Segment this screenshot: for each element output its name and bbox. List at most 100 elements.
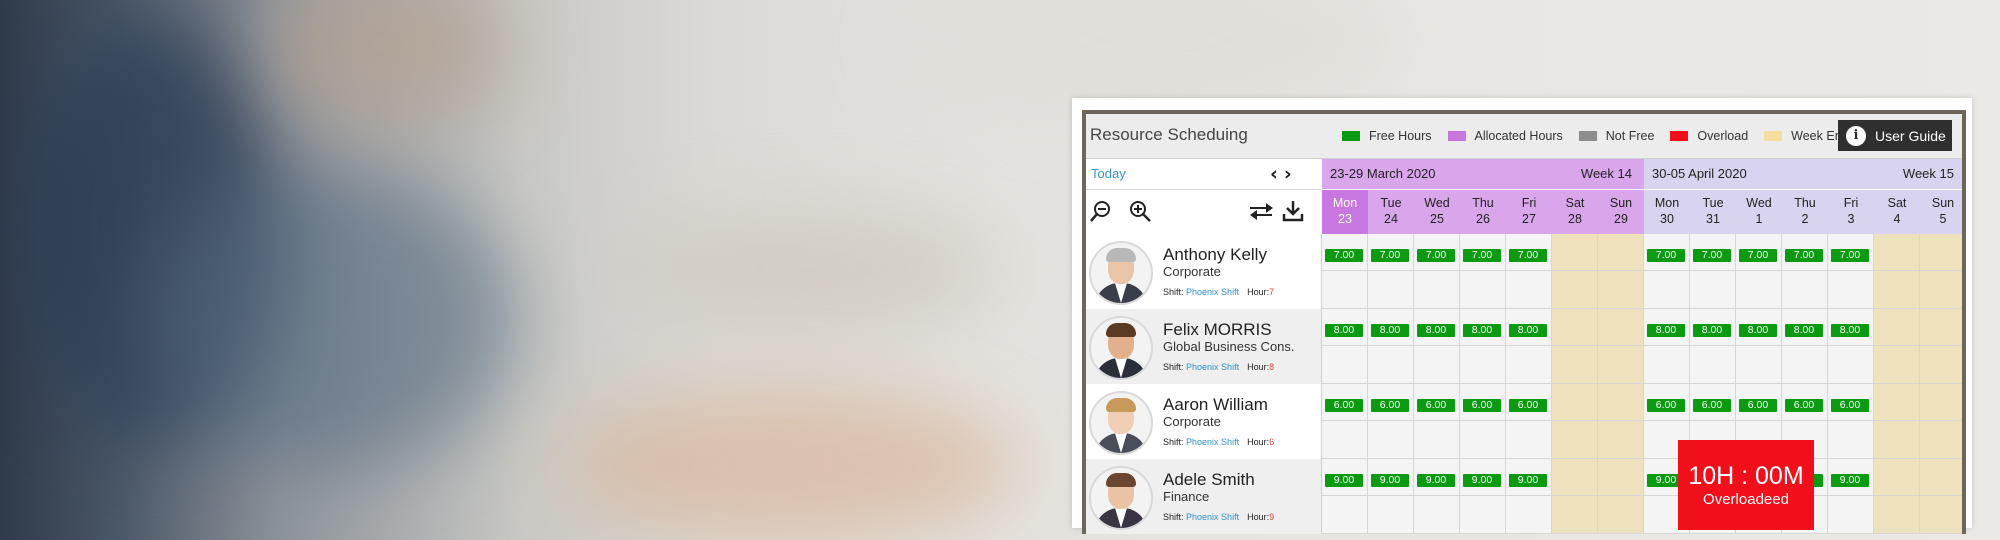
schedule-cell[interactable] [1552, 496, 1598, 534]
schedule-cell[interactable] [1552, 459, 1598, 496]
schedule-cell[interactable] [1874, 271, 1920, 309]
schedule-cell[interactable] [1874, 384, 1920, 421]
schedule-cell[interactable]: 6.00 [1690, 384, 1736, 421]
zoom-out-icon[interactable] [1090, 200, 1112, 227]
schedule-cell[interactable] [1322, 271, 1368, 309]
schedule-cell[interactable]: 6.00 [1460, 384, 1506, 421]
schedule-cell[interactable] [1828, 346, 1874, 384]
schedule-cell[interactable]: 8.00 [1782, 309, 1828, 346]
schedule-cell[interactable] [1874, 421, 1920, 459]
schedule-cell[interactable]: 8.00 [1414, 309, 1460, 346]
resource-row[interactable]: Aaron William Corporate Shift: Phoenix Shi… [1086, 384, 1322, 460]
schedule-cell[interactable] [1414, 421, 1460, 459]
schedule-cell[interactable] [1598, 421, 1644, 459]
schedule-cell[interactable]: 8.00 [1644, 309, 1690, 346]
schedule-cell[interactable]: 6.00 [1736, 384, 1782, 421]
zoom-in-icon[interactable] [1129, 200, 1151, 227]
schedule-cell[interactable] [1920, 384, 1962, 421]
schedule-cell[interactable] [1874, 234, 1920, 271]
schedule-cell[interactable]: 6.00 [1828, 384, 1874, 421]
schedule-cell[interactable]: 6.00 [1368, 384, 1414, 421]
schedule-cell[interactable]: 7.00 [1782, 234, 1828, 271]
schedule-cell[interactable]: 7.00 [1368, 234, 1414, 271]
schedule-cell[interactable] [1828, 271, 1874, 309]
schedule-cell[interactable] [1920, 459, 1962, 496]
schedule-cell[interactable]: 8.00 [1506, 309, 1552, 346]
schedule-cell[interactable] [1690, 271, 1736, 309]
schedule-cell[interactable] [1920, 309, 1962, 346]
schedule-cell[interactable] [1828, 421, 1874, 459]
schedule-cell[interactable]: 7.00 [1690, 234, 1736, 271]
resource-row[interactable]: Adele Smith Finance Shift: Phoenix Shift Ho… [1086, 459, 1322, 534]
schedule-cell[interactable]: 7.00 [1460, 234, 1506, 271]
resource-row[interactable]: Felix MORRIS Global Business Cons. Shift: … [1086, 309, 1322, 385]
schedule-cell[interactable]: 7.00 [1736, 234, 1782, 271]
schedule-cell[interactable] [1644, 271, 1690, 309]
schedule-cell[interactable]: 9.00 [1460, 459, 1506, 496]
schedule-cell[interactable]: 6.00 [1414, 384, 1460, 421]
schedule-cell[interactable] [1828, 496, 1874, 534]
schedule-cell[interactable] [1506, 271, 1552, 309]
schedule-cell[interactable] [1782, 271, 1828, 309]
schedule-cell[interactable]: 7.00 [1828, 234, 1874, 271]
schedule-cell[interactable] [1598, 234, 1644, 271]
schedule-cell[interactable]: 7.00 [1506, 234, 1552, 271]
schedule-cell[interactable] [1874, 496, 1920, 534]
schedule-cell[interactable] [1598, 271, 1644, 309]
chevron-right-icon[interactable]: › [1284, 163, 1298, 185]
schedule-cell[interactable]: 9.00 [1368, 459, 1414, 496]
schedule-cell[interactable] [1368, 496, 1414, 534]
schedule-cell[interactable] [1552, 309, 1598, 346]
schedule-cell[interactable] [1874, 309, 1920, 346]
schedule-cell[interactable]: 8.00 [1690, 309, 1736, 346]
schedule-cell[interactable] [1414, 271, 1460, 309]
schedule-cell[interactable] [1506, 496, 1552, 534]
schedule-cell[interactable] [1552, 271, 1598, 309]
schedule-cell[interactable] [1322, 346, 1368, 384]
schedule-cell[interactable]: 7.00 [1322, 234, 1368, 271]
schedule-cell[interactable] [1598, 496, 1644, 534]
schedule-cell[interactable] [1552, 234, 1598, 271]
schedule-cell[interactable] [1736, 346, 1782, 384]
schedule-cell[interactable] [1920, 496, 1962, 534]
schedule-cell[interactable] [1920, 271, 1962, 309]
schedule-cell[interactable]: 7.00 [1414, 234, 1460, 271]
schedule-cell[interactable] [1368, 271, 1414, 309]
schedule-cell[interactable] [1874, 346, 1920, 384]
schedule-cell[interactable] [1414, 346, 1460, 384]
schedule-cell[interactable] [1460, 496, 1506, 534]
schedule-cell[interactable] [1644, 346, 1690, 384]
download-icon[interactable] [1282, 200, 1304, 227]
schedule-cell[interactable] [1552, 384, 1598, 421]
schedule-cell[interactable]: 8.00 [1828, 309, 1874, 346]
schedule-cell[interactable] [1598, 346, 1644, 384]
schedule-cell[interactable] [1782, 346, 1828, 384]
chevron-left-icon[interactable]: ‹ [1270, 163, 1284, 185]
schedule-cell[interactable] [1368, 346, 1414, 384]
schedule-cell[interactable] [1736, 271, 1782, 309]
schedule-cell[interactable] [1690, 346, 1736, 384]
schedule-cell[interactable]: 6.00 [1644, 384, 1690, 421]
schedule-cell[interactable] [1506, 346, 1552, 384]
schedule-cell[interactable] [1460, 271, 1506, 309]
schedule-cell[interactable]: 9.00 [1828, 459, 1874, 496]
schedule-cell[interactable]: 8.00 [1460, 309, 1506, 346]
schedule-cell[interactable]: 8.00 [1322, 309, 1368, 346]
swap-arrows-icon[interactable] [1248, 200, 1274, 227]
resource-row[interactable]: Anthony Kelly Corporate Shift: Phoenix Shi… [1086, 234, 1322, 310]
user-guide-button[interactable]: i User Guide [1838, 120, 1952, 151]
schedule-cell[interactable] [1552, 421, 1598, 459]
schedule-cell[interactable] [1460, 346, 1506, 384]
schedule-cell[interactable] [1920, 234, 1962, 271]
schedule-cell[interactable] [1598, 309, 1644, 346]
schedule-cell[interactable] [1506, 421, 1552, 459]
schedule-cell[interactable] [1460, 421, 1506, 459]
schedule-cell[interactable]: 6.00 [1322, 384, 1368, 421]
schedule-cell[interactable] [1414, 496, 1460, 534]
schedule-cell[interactable]: 7.00 [1644, 234, 1690, 271]
schedule-cell[interactable] [1598, 384, 1644, 421]
schedule-cell[interactable]: 9.00 [1414, 459, 1460, 496]
schedule-cell[interactable] [1874, 459, 1920, 496]
schedule-cell[interactable]: 9.00 [1322, 459, 1368, 496]
schedule-cell[interactable]: 6.00 [1782, 384, 1828, 421]
